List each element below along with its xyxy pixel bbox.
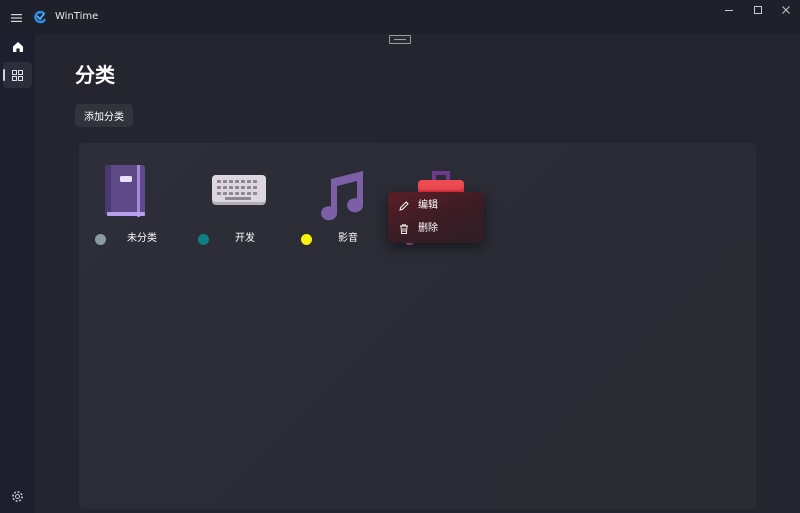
context-menu: 编辑 删除 bbox=[388, 192, 484, 243]
nav-item-home[interactable] bbox=[3, 34, 32, 60]
trash-icon bbox=[400, 224, 408, 234]
minimize-button[interactable] bbox=[715, 0, 743, 20]
context-menu-edit[interactable]: 编辑 bbox=[388, 195, 484, 217]
music-note-icon bbox=[321, 171, 364, 221]
category-icon bbox=[12, 69, 23, 81]
close-button[interactable] bbox=[772, 0, 800, 20]
maximize-icon bbox=[754, 6, 762, 14]
category-label: 影音 bbox=[338, 233, 358, 244]
category-card[interactable]: 开发 bbox=[182, 143, 282, 253]
gear-icon bbox=[12, 490, 23, 502]
drag-handle[interactable] bbox=[389, 35, 411, 44]
context-menu-label: 删除 bbox=[418, 223, 438, 234]
category-color-dot bbox=[301, 234, 312, 245]
category-color-dot bbox=[95, 234, 106, 245]
keyboard-icon bbox=[212, 175, 266, 205]
nav-rail bbox=[0, 34, 35, 513]
category-label: 开发 bbox=[235, 233, 255, 244]
title-bar: WinTime bbox=[0, 0, 800, 34]
main-content: 分类 添加分类 未分类 开发 影音 bbox=[35, 34, 800, 513]
page-title: 分类 bbox=[75, 63, 115, 87]
context-menu-delete[interactable]: 删除 bbox=[388, 218, 484, 240]
minimize-icon bbox=[725, 10, 733, 11]
category-card[interactable]: 未分类 bbox=[79, 143, 179, 253]
category-card[interactable]: 影音 bbox=[285, 143, 385, 253]
app-title: WinTime bbox=[55, 11, 99, 22]
pencil-icon bbox=[399, 201, 409, 211]
app-logo-icon bbox=[33, 9, 47, 24]
close-icon bbox=[782, 6, 790, 14]
add-category-button[interactable]: 添加分类 bbox=[75, 104, 133, 127]
category-color-dot bbox=[198, 234, 209, 245]
category-label: 未分类 bbox=[127, 233, 157, 244]
maximize-button[interactable] bbox=[744, 0, 772, 20]
active-indicator bbox=[3, 69, 5, 81]
menu-icon[interactable] bbox=[9, 10, 25, 24]
notebook-icon bbox=[105, 165, 145, 217]
context-menu-label: 编辑 bbox=[418, 200, 438, 211]
nav-item-settings[interactable] bbox=[3, 483, 32, 509]
home-icon bbox=[12, 42, 23, 52]
nav-item-categories[interactable] bbox=[3, 62, 32, 88]
